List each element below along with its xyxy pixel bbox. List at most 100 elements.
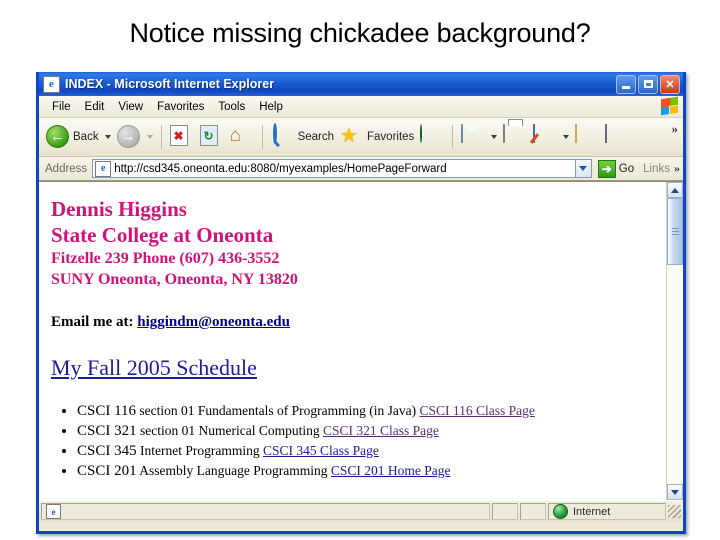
- page-address-line: SUNY Oneonta, Oneonta, NY 13820: [51, 271, 298, 288]
- stop-button[interactable]: ✖: [167, 121, 197, 153]
- address-label: Address: [45, 162, 88, 175]
- status-bar: e Internet: [39, 500, 683, 522]
- security-zone-label: Internet: [573, 505, 611, 518]
- star-icon: ★: [340, 125, 358, 147]
- refresh-icon: ↻: [199, 125, 224, 149]
- mail-button[interactable]: [458, 121, 488, 153]
- scrollbar-grip-icon: [672, 228, 679, 235]
- course-list: CSCI 116 section 01 Fundamentals of Prog…: [51, 401, 656, 481]
- minimize-button[interactable]: [616, 74, 636, 94]
- maximize-button[interactable]: [638, 74, 658, 94]
- status-cell-b: [520, 503, 546, 520]
- window-controls: ✕: [616, 74, 680, 94]
- toolbar-separator-2: [261, 125, 263, 149]
- course-link[interactable]: CSCI 321 Class Page: [323, 423, 439, 438]
- maximize-icon: [643, 80, 653, 88]
- course-link[interactable]: CSCI 345 Class Page: [263, 443, 379, 458]
- course-code: CSCI 201: [77, 463, 137, 479]
- schedule-link[interactable]: My Fall 2005 Schedule: [51, 355, 656, 381]
- resize-grip-icon[interactable]: [668, 505, 681, 518]
- scroll-up-button[interactable]: [667, 182, 683, 198]
- list-item: CSCI 116 section 01 Fundamentals of Prog…: [77, 401, 656, 421]
- security-zone-cell[interactable]: Internet: [548, 503, 666, 520]
- close-button[interactable]: ✕: [660, 74, 680, 94]
- edit-page-icon: [533, 124, 557, 149]
- email-link[interactable]: higgindm@oneonta.edu: [137, 314, 290, 330]
- refresh-button[interactable]: ↻: [197, 121, 227, 153]
- printer-icon: [503, 124, 527, 149]
- list-item: CSCI 321 section 01 Numerical Computing …: [77, 421, 656, 441]
- go-arrow-icon: ➔: [597, 159, 616, 178]
- forward-history-caret-icon[interactable]: [146, 135, 153, 139]
- course-code: CSCI 116: [77, 403, 137, 419]
- scrollbar-track[interactable]: [667, 198, 683, 484]
- research-button[interactable]: [602, 121, 632, 153]
- menu-item-view[interactable]: View: [111, 100, 150, 114]
- course-code: CSCI 321: [77, 423, 137, 439]
- page-icon: e: [95, 160, 112, 177]
- page-office-line: Fitzelle 239 Phone (607) 436-3552: [51, 250, 280, 267]
- chevron-down-icon: [579, 166, 588, 171]
- mail-caret-icon[interactable]: [491, 135, 498, 139]
- menu-item-help[interactable]: Help: [252, 100, 290, 114]
- favorites-button[interactable]: ★ Favorites: [337, 121, 417, 153]
- list-item: CSCI 201 Assembly Language Programming C…: [77, 461, 656, 481]
- links-label[interactable]: Links: [643, 163, 670, 175]
- email-line: Email me at: higgindm@oneonta.edu: [51, 314, 656, 331]
- status-message-cell: e: [41, 503, 490, 520]
- scrollbar-thumb[interactable]: [667, 198, 683, 265]
- back-button[interactable]: ← Back: [43, 121, 102, 153]
- favorites-label: Favorites: [367, 131, 415, 143]
- home-icon: ⌂: [229, 125, 242, 146]
- address-url-text: http://csd345.oneonta.edu:8080/myexample…: [114, 162, 447, 175]
- address-input[interactable]: e http://csd345.oneonta.edu:8080/myexamp…: [92, 159, 575, 178]
- ie-document-icon: e: [43, 75, 60, 93]
- forward-arrow-icon: →: [116, 125, 141, 149]
- address-dropdown-button[interactable]: [574, 159, 592, 178]
- menu-bar: File Edit View Favorites Tools Help: [39, 96, 683, 118]
- media-globe-icon: [420, 124, 444, 149]
- forward-button[interactable]: →: [114, 121, 144, 153]
- page-school-heading: State College at Oneonta: [51, 223, 274, 247]
- research-book-icon: [605, 124, 629, 149]
- search-button[interactable]: Search: [268, 121, 337, 153]
- notes-button[interactable]: [572, 121, 602, 153]
- vertical-scrollbar[interactable]: [666, 182, 683, 500]
- print-button[interactable]: [500, 121, 530, 153]
- back-history-caret-icon[interactable]: [104, 135, 111, 139]
- list-item: CSCI 345 Internet Programming CSCI 345 C…: [77, 441, 656, 461]
- menu-item-file[interactable]: File: [45, 100, 78, 114]
- title-bar: e INDEX - Microsoft Internet Explorer ✕: [39, 72, 683, 96]
- menu-item-edit[interactable]: Edit: [78, 100, 112, 114]
- close-icon: ✕: [665, 78, 675, 91]
- toolbar-overflow-icon[interactable]: »: [672, 121, 679, 137]
- media-button[interactable]: [417, 121, 447, 153]
- home-button[interactable]: ⌂: [227, 121, 257, 153]
- minimize-icon: [622, 85, 630, 89]
- course-desc: section 01 Numerical Computing: [136, 423, 323, 438]
- toolbar: ← Back → ✖ ↻ ⌂ Search ★ Favorites »: [39, 118, 683, 157]
- page-name-heading: Dennis Higgins: [51, 197, 187, 221]
- note-icon: [575, 124, 599, 149]
- scroll-down-button[interactable]: [667, 484, 683, 500]
- course-desc: Internet Programming: [136, 443, 263, 458]
- address-bar: Address e http://csd345.oneonta.edu:8080…: [39, 157, 683, 181]
- menu-item-tools[interactable]: Tools: [211, 100, 252, 114]
- search-icon: [271, 123, 295, 149]
- course-link[interactable]: CSCI 116 Class Page: [420, 403, 535, 418]
- links-overflow-icon[interactable]: »: [674, 161, 680, 176]
- search-label: Search: [297, 131, 335, 143]
- menu-item-favorites[interactable]: Favorites: [150, 100, 211, 114]
- window-title: INDEX - Microsoft Internet Explorer: [65, 77, 275, 91]
- email-prefix-label: Email me at:: [51, 314, 138, 330]
- edit-caret-icon[interactable]: [563, 135, 570, 139]
- internet-zone-icon: [553, 504, 568, 519]
- course-link[interactable]: CSCI 201 Home Page: [331, 463, 451, 478]
- edit-button[interactable]: [530, 121, 560, 153]
- back-label: Back: [73, 131, 99, 143]
- ie-status-icon: e: [46, 504, 61, 519]
- toolbar-separator: [160, 125, 162, 149]
- chevron-down-icon: [671, 489, 679, 495]
- go-button[interactable]: ➔ Go: [597, 159, 635, 178]
- go-label: Go: [618, 162, 635, 175]
